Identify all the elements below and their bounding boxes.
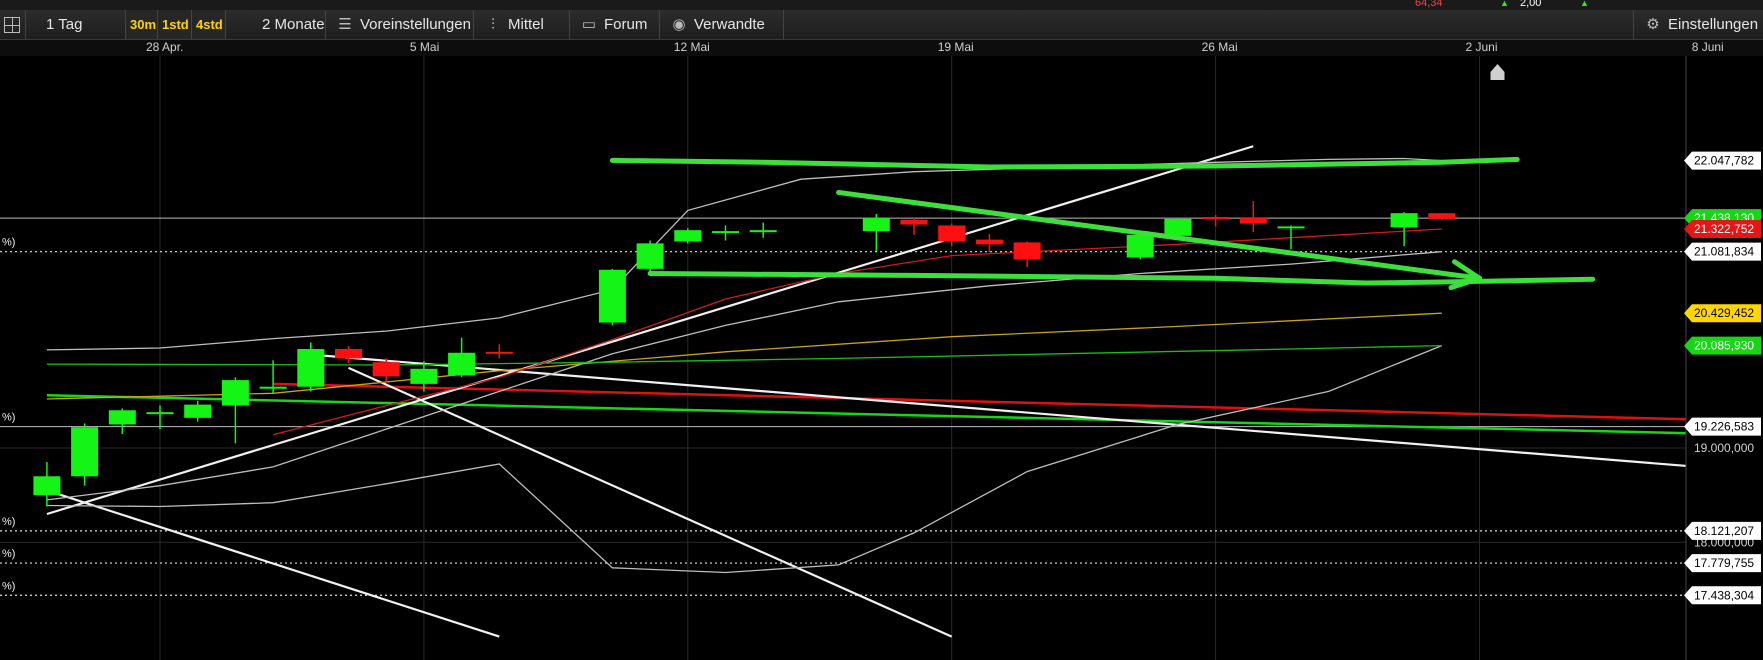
up-arrow-icon: ▲ — [1580, 0, 1589, 8]
x-tick-label: 12 Mai — [674, 40, 710, 54]
quote-size-value: 2,00 — [1520, 0, 1542, 9]
moving-average-green — [46, 344, 1442, 366]
bollinger-lower-band — [46, 344, 1443, 574]
related-button[interactable]: ◉ Verwandte — [660, 10, 784, 39]
period-select[interactable]: 1 Tag — [26, 10, 126, 39]
candle-body[interactable] — [297, 348, 325, 387]
price-tag-label: 18.121,207 — [1694, 524, 1754, 538]
trendline — [46, 145, 1254, 516]
date-axis — [0, 40, 1763, 56]
candle-body[interactable] — [636, 243, 664, 269]
candle-body[interactable] — [108, 410, 136, 425]
candle-body[interactable] — [1390, 213, 1418, 228]
sliders-icon: ☰ — [338, 16, 352, 33]
candle-body[interactable] — [221, 380, 249, 406]
level-percent-label: %) — [2, 548, 15, 560]
candle-body[interactable] — [1126, 234, 1154, 258]
x-tick-label: 8 Juni — [1692, 40, 1724, 54]
level-percent-label: %) — [2, 412, 15, 424]
candle-body[interactable] — [1239, 217, 1267, 224]
candle-body[interactable] — [71, 427, 99, 477]
layout-grid-button[interactable] — [0, 10, 26, 39]
moving-average-yellow — [46, 312, 1442, 400]
drawn-arrow-shaft — [836, 189, 1482, 281]
y-tick-label: 19.000,000 — [1694, 441, 1754, 455]
presets-label: Voreinstellungen — [360, 16, 471, 33]
candle-body[interactable] — [146, 412, 174, 415]
candle-body[interactable] — [485, 351, 513, 354]
drawn-channel-line — [609, 156, 1520, 170]
settings-button[interactable]: ⚙ Einstellungen — [1633, 10, 1763, 39]
forum-label: Forum — [604, 16, 648, 33]
gear-icon: ⚙ — [1646, 16, 1660, 33]
x-tick-label: 19 Mai — [938, 40, 974, 54]
range-select[interactable]: 2 Monate — [226, 10, 326, 39]
candle-body[interactable] — [598, 269, 626, 323]
price-tag-label: 19.226,583 — [1694, 420, 1754, 434]
related-label: Verwandte — [694, 16, 765, 33]
timeframe-4std[interactable]: 4std — [192, 10, 226, 39]
candle-body[interactable] — [712, 231, 739, 234]
x-tick-label: 2 Juni — [1466, 40, 1498, 54]
top-quote-strip: 64,34 ▲ 2,00 ▲ — [0, 0, 1763, 10]
candle-body[interactable] — [259, 386, 287, 389]
candle-body[interactable] — [1164, 218, 1192, 236]
level-percent-label: %) — [2, 580, 15, 592]
quote-change-value: 64,34 — [1415, 0, 1443, 9]
candle-body[interactable] — [1013, 242, 1041, 260]
indicator-label: Mittel — [508, 16, 544, 33]
eye-icon: ◉ — [672, 16, 686, 33]
timeframe-1std[interactable]: 1std — [158, 10, 192, 39]
x-tick-label: 28 Apr. — [146, 40, 183, 54]
candle-body[interactable] — [372, 362, 400, 377]
candle-body[interactable] — [938, 225, 966, 242]
up-arrow-icon: ▲ — [1500, 0, 1509, 8]
level-percent-label: %) — [2, 237, 15, 249]
candle-body[interactable] — [1202, 216, 1230, 219]
candle-body[interactable] — [33, 476, 61, 496]
price-tag-label: 21.081,834 — [1694, 245, 1754, 259]
level-percent-label: %) — [2, 516, 15, 528]
candle-body[interactable] — [448, 352, 476, 376]
candle-body[interactable] — [975, 239, 1003, 245]
price-tag-label: 20.429,452 — [1694, 306, 1754, 320]
indicator-button[interactable]: ⫶ Mittel — [474, 10, 570, 39]
candle-body[interactable] — [335, 348, 362, 359]
candle-body[interactable] — [749, 230, 777, 233]
candle-body[interactable] — [862, 217, 890, 232]
forum-button[interactable]: ▭ Forum — [570, 10, 660, 39]
candle-body[interactable] — [1277, 226, 1305, 229]
candle-body[interactable] — [1428, 213, 1456, 219]
chart-toolbar: 1 Tag 30m 1std 4std 2 Monate ☰ Voreinstel… — [0, 10, 1763, 40]
candle-body[interactable] — [410, 368, 438, 384]
candle-body[interactable] — [674, 230, 702, 242]
price-tag-label: 17.438,304 — [1694, 588, 1754, 602]
timeframe-30m[interactable]: 30m — [126, 10, 158, 39]
price-tag-label: 20.085,930 — [1694, 339, 1754, 353]
price-tag-label: 17.779,755 — [1694, 556, 1754, 570]
event-marker-icon[interactable] — [1490, 64, 1505, 80]
settings-label: Einstellungen — [1668, 16, 1759, 33]
price-tag-label: 22.047,782 — [1694, 154, 1754, 168]
presets-button[interactable]: ☰ Voreinstellungen — [326, 10, 474, 39]
price-tag-label: 21.322,752 — [1694, 222, 1754, 236]
x-tick-label: 26 Mai — [1202, 40, 1238, 54]
speech-bubble-icon: ▭ — [581, 16, 597, 33]
candle-body[interactable] — [900, 219, 928, 225]
price-chart[interactable]: 28 Apr. 5 Mai 12 Mai 19 Mai 26 Mai 2 Juni 8 Ju… — [0, 40, 1763, 660]
candlestick-icon: ⫶ — [491, 16, 495, 33]
moving-average-grey — [46, 251, 1442, 501]
grid-icon — [4, 17, 20, 34]
candle-body[interactable] — [184, 404, 212, 418]
x-tick-label: 5 Mai — [410, 40, 439, 54]
